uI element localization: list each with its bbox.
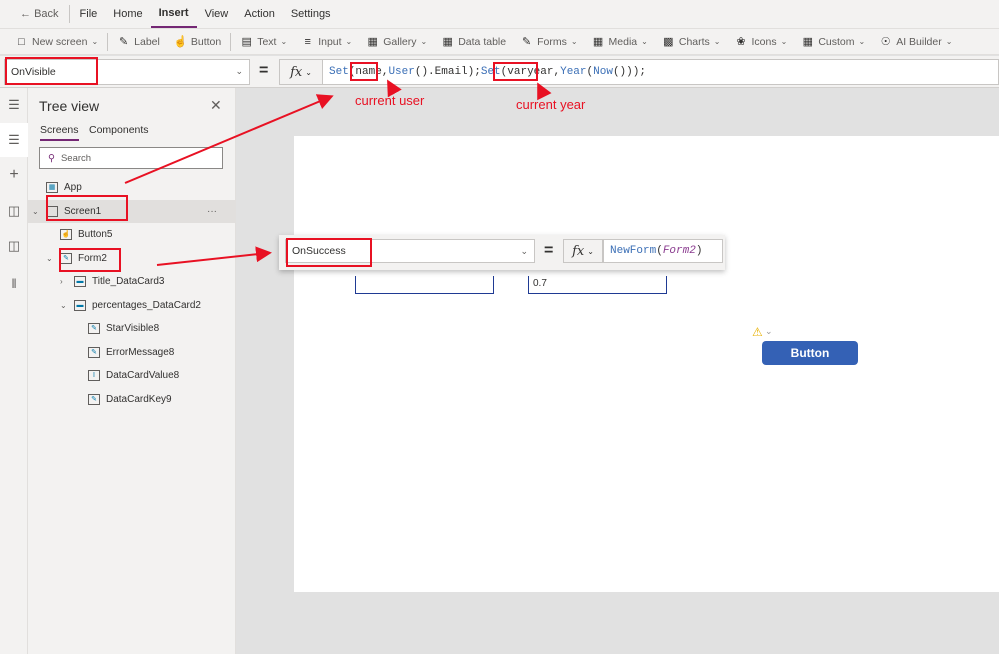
arrow-to-varyear <box>537 82 552 101</box>
arrow-to-name <box>387 79 402 98</box>
arrow-screen1-to-formula <box>124 94 334 184</box>
arrow-form2-to-popup <box>156 246 272 266</box>
annotation-arrows <box>124 79 552 266</box>
